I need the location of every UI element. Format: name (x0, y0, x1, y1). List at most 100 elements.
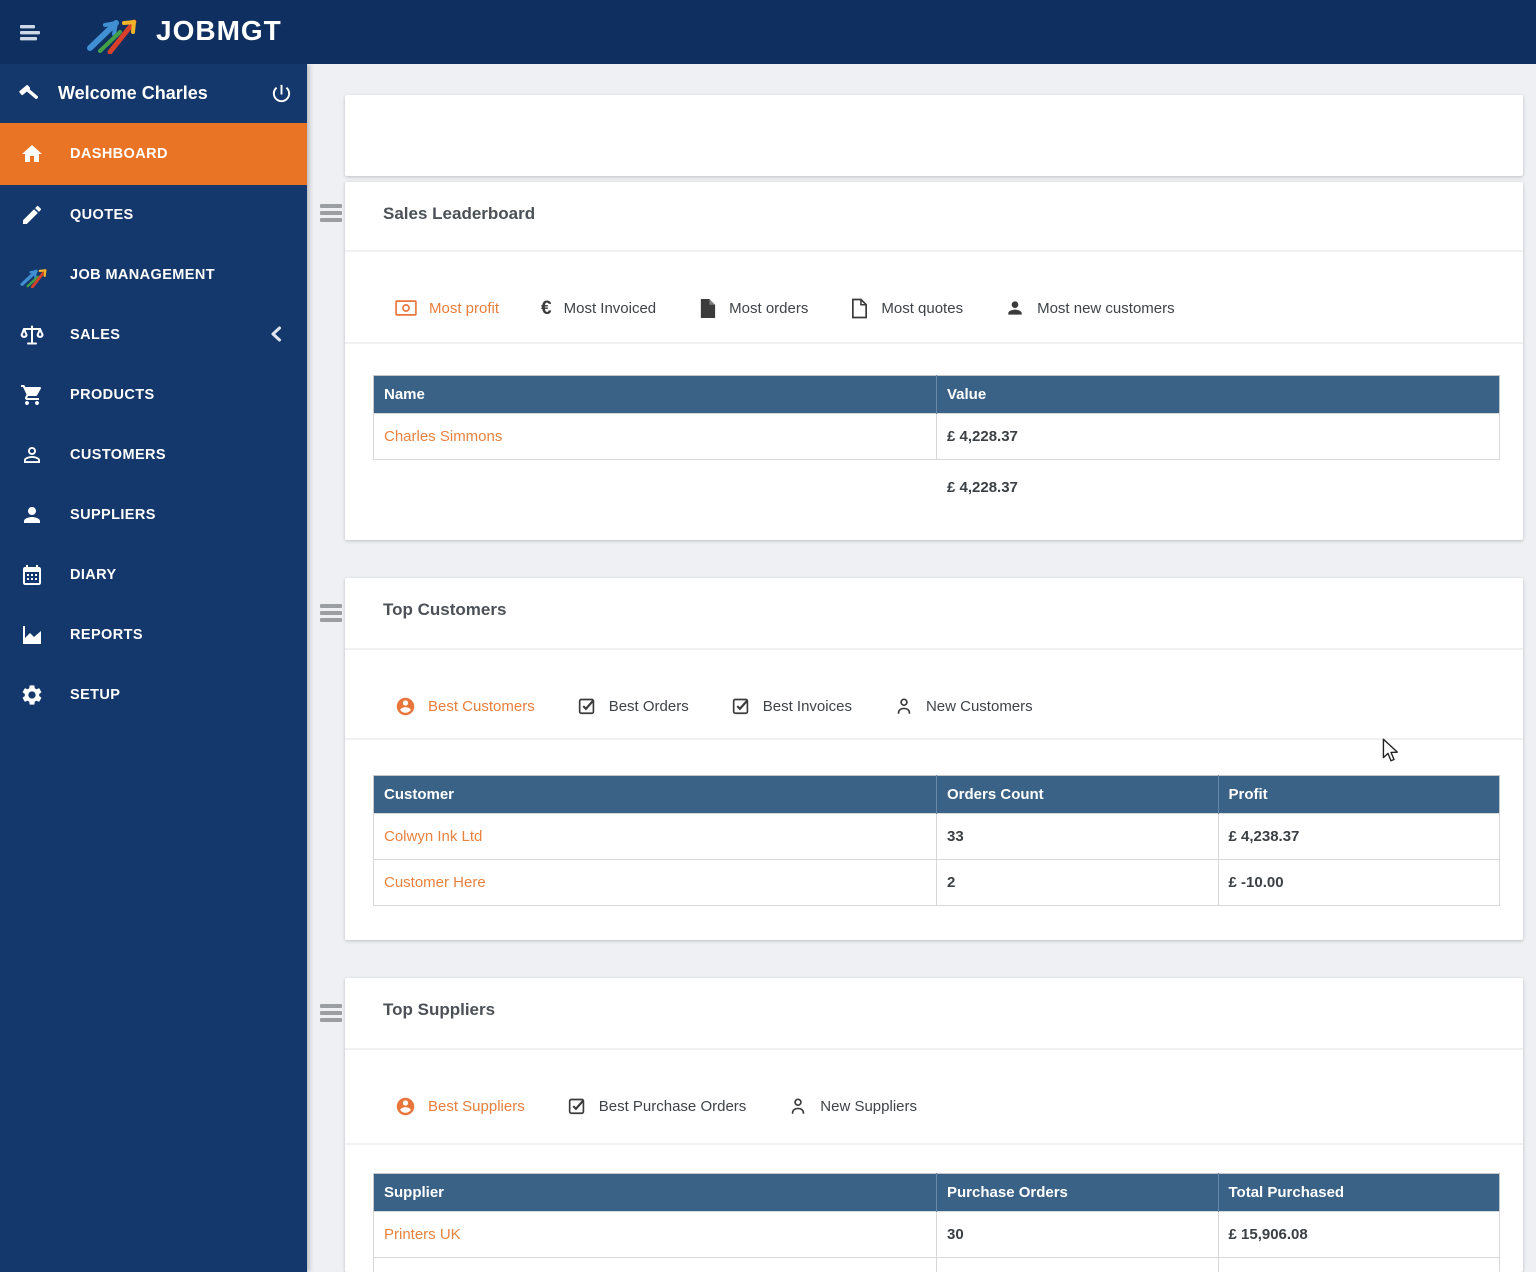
top-suppliers-tabs: Best Suppliers Best Purchase Orders New … (395, 1088, 917, 1124)
sidebar-item-products[interactable]: PRODUCTS (0, 365, 307, 425)
tab-label: Best Purchase Orders (598, 1097, 747, 1115)
checkbox-checked-icon (568, 1098, 584, 1115)
person-icon (24, 507, 40, 523)
tab-label: Best Orders (608, 697, 689, 715)
file-outline-icon (852, 298, 868, 318)
sidebar-item-dashboard[interactable]: DASHBOARD (0, 123, 307, 185)
tab-new-suppliers[interactable]: New Suppliers (788, 1096, 917, 1116)
sidebar-item-setup[interactable]: SETUP (0, 665, 307, 725)
sidebar-item-label: QUOTES (70, 207, 134, 223)
sidebar-item-label: CUSTOMERS (70, 447, 166, 463)
sidebar-item-label: SUPPLIERS (70, 507, 156, 523)
logo-arrows-icon (87, 19, 137, 54)
tab-label: New Customers (925, 697, 1033, 715)
account-circle-icon (396, 697, 415, 715)
tab-label: Best Customers (428, 697, 535, 715)
drag-handle-icon[interactable] (320, 1004, 342, 1023)
sales-leaderboard-tabs: Most profit € Most Invoiced Most orders … (395, 290, 1175, 326)
sidebar-item-suppliers[interactable]: SUPPLIERS (0, 485, 307, 545)
cart-icon (21, 385, 41, 405)
sidebar-item-customers[interactable]: CUSTOMERS (0, 425, 307, 485)
tab-most-invoiced[interactable]: € Most Invoiced (541, 299, 656, 318)
top-customers-table: Customer Orders Count Profit Colwyn Ink … (373, 775, 1500, 906)
card-title: Top Suppliers (383, 1000, 496, 1019)
sidebar-item-job-management[interactable]: JOB MANAGEMENT (0, 245, 307, 305)
leaderboard-total: £ 4,228.37 (947, 479, 1018, 496)
orders-count-cell: 33 (936, 813, 1219, 860)
tab-most-new-customers[interactable]: Most new customers (1005, 298, 1175, 318)
tab-most-profit[interactable]: Most profit (395, 299, 499, 317)
app-logo[interactable]: JOBMGT (86, 8, 282, 54)
tab-label: Most quotes (881, 299, 964, 317)
account-circle-icon (396, 1097, 415, 1115)
sales-leaderboard-card: Sales Leaderboard Most profit € Most Inv… (345, 182, 1523, 540)
column-header-profit: Profit (1217, 775, 1500, 814)
divider (345, 1143, 1523, 1145)
menu-icon[interactable] (18, 23, 42, 43)
file-filled-icon (701, 298, 716, 318)
profit-cell: £ -10.00 (1217, 859, 1500, 906)
column-header-supplier: Supplier (373, 1173, 937, 1212)
supplier-link[interactable]: Printers UK (384, 1226, 461, 1243)
sidebar-item-label: SETUP (70, 687, 121, 703)
table-row: Charles Simmons £ 4,228.37 (373, 413, 1500, 460)
tab-best-invoices[interactable]: Best Invoices (731, 696, 852, 716)
tab-label: New Suppliers (820, 1097, 917, 1115)
power-icon[interactable] (270, 82, 293, 110)
sales-leaderboard-table: Name Value Charles Simmons £ 4,228.37 (373, 375, 1500, 460)
drag-handle-icon[interactable] (320, 604, 342, 623)
gavel-icon (19, 85, 38, 99)
column-header-purchase-orders: Purchase Orders (936, 1173, 1218, 1212)
welcome-text: Welcome Charles (58, 83, 208, 103)
checkbox-checked-icon (578, 698, 594, 715)
gear-icon (22, 685, 42, 705)
tab-best-purchase-orders[interactable]: Best Purchase Orders (567, 1096, 747, 1116)
person-outline-icon (24, 447, 40, 463)
calendar-icon (23, 565, 41, 585)
top-customers-tabs: Best Customers Best Orders Best Invoices (395, 688, 1033, 724)
purchase-orders-cell: 30 (936, 1211, 1219, 1258)
tab-best-orders[interactable]: Best Orders (577, 696, 689, 716)
salesperson-link[interactable]: Charles Simmons (384, 428, 502, 445)
table-row: Customer Here 2 £ -10.00 (373, 859, 1500, 906)
customer-link[interactable]: Customer Here (384, 874, 486, 891)
table-row-partial (373, 1257, 1500, 1272)
person-icon (1008, 301, 1022, 315)
sidebar: Welcome Charles DASHBOARD QUOTES JOB MAN… (0, 64, 307, 1272)
column-header-orders-count: Orders Count (936, 775, 1218, 814)
table-row: Printers UK 30 £ 15,906.08 (373, 1211, 1500, 1258)
logo-arrows-icon (20, 268, 47, 288)
customer-link[interactable]: Colwyn Ink Ltd (384, 828, 482, 845)
sidebar-item-label: DIARY (70, 567, 117, 583)
tab-label: Most new customers (1037, 299, 1175, 317)
home-icon (22, 145, 42, 162)
empty-panel (345, 95, 1523, 176)
tab-best-customers[interactable]: Best Customers (395, 696, 535, 717)
column-header-value: Value (936, 375, 1500, 414)
tab-most-orders[interactable]: Most orders (698, 298, 808, 319)
tab-new-customers[interactable]: New Customers (894, 696, 1033, 716)
tab-label: Most orders (729, 299, 809, 317)
column-header-name: Name (373, 375, 937, 414)
drag-handle-icon[interactable] (320, 204, 342, 223)
sidebar-item-sales[interactable]: SALES (0, 305, 307, 365)
orders-count-cell: 2 (936, 859, 1219, 906)
sidebar-item-label: REPORTS (70, 627, 143, 643)
tab-label: Best Suppliers (428, 1097, 525, 1115)
tab-label: Best Invoices (762, 697, 852, 715)
sidebar-item-diary[interactable]: DIARY (0, 545, 307, 605)
value-cell: £ 4,228.37 (936, 413, 1500, 460)
sidebar-welcome-row: Welcome Charles (0, 64, 307, 123)
top-suppliers-card: Top Suppliers Best Suppliers Best Purcha… (345, 978, 1523, 1272)
sidebar-item-quotes[interactable]: QUOTES (0, 185, 307, 245)
chevron-left-icon[interactable] (269, 325, 283, 348)
sidebar-item-reports[interactable]: REPORTS (0, 605, 307, 665)
divider (345, 250, 1523, 252)
tab-label: Most profit (429, 299, 500, 317)
total-purchased-cell: £ 15,906.08 (1217, 1211, 1500, 1258)
sidebar-item-label: JOB MANAGEMENT (70, 267, 215, 283)
tab-most-quotes[interactable]: Most quotes (850, 298, 963, 319)
sidebar-item-label: PRODUCTS (70, 387, 155, 403)
tab-best-suppliers[interactable]: Best Suppliers (395, 1096, 525, 1117)
column-header-customer: Customer (373, 775, 937, 814)
